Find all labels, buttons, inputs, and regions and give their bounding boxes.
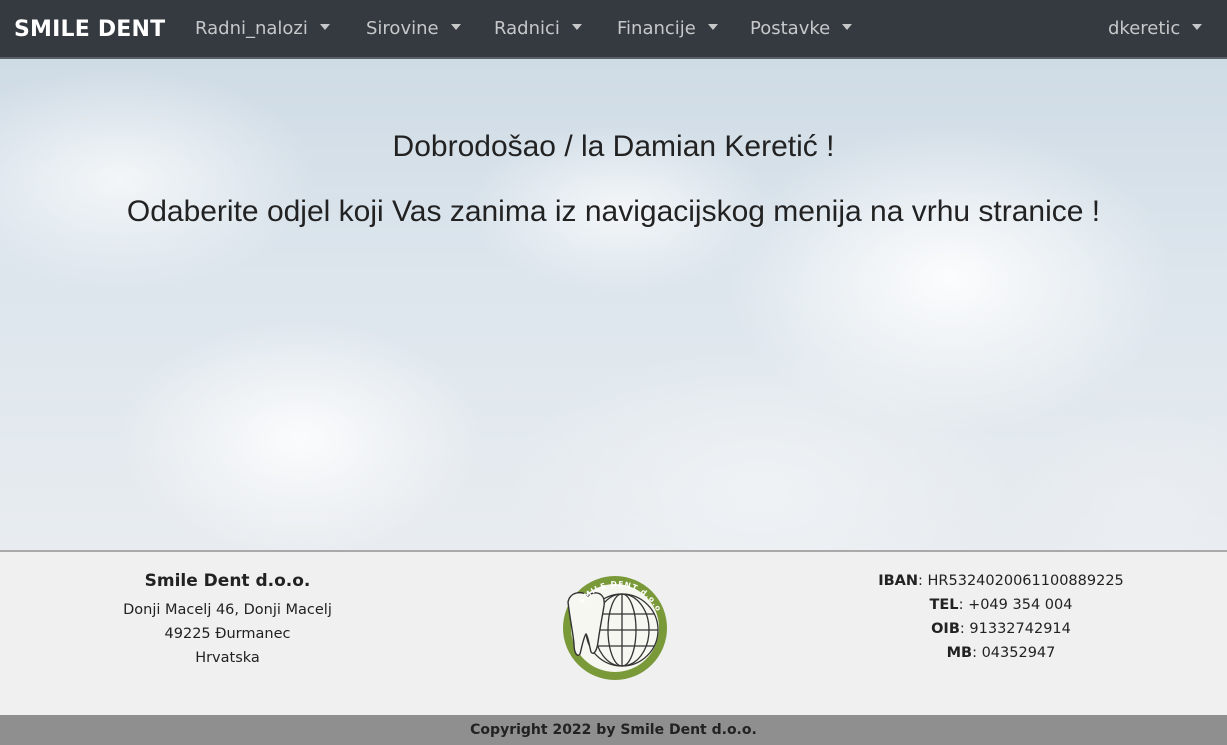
oib-value: 91332742914 bbox=[969, 621, 1071, 637]
nav-menu-postavke[interactable]: Postavke bbox=[750, 0, 853, 59]
nav-menu-radnici[interactable]: Radnici bbox=[494, 0, 582, 59]
mb-value: 04352947 bbox=[981, 645, 1056, 661]
copyright-bar: Copyright 2022 by Smile Dent d.o.o. bbox=[0, 715, 1227, 745]
nav-menu-label: Financije bbox=[617, 18, 696, 39]
address-line: Hrvatska bbox=[195, 650, 260, 666]
top-navbar: SMILE DENT Radni_nalozi Sirovine Radnici… bbox=[0, 0, 1227, 59]
caret-down-icon bbox=[571, 24, 582, 30]
mb-row: MB: 04352947 bbox=[946, 645, 1056, 661]
user-menu[interactable]: dkeretic bbox=[1108, 0, 1203, 59]
company-info: Smile Dent d.o.o. Donji Macelj 46, Donji… bbox=[60, 569, 395, 670]
caret-down-icon bbox=[450, 24, 461, 30]
nav-menu-radni-nalozi[interactable]: Radni_nalozi bbox=[195, 0, 330, 59]
hero-banner: Dobrodošao / la Damian Keretić ! Odaberi… bbox=[0, 59, 1227, 550]
oib-row: OIB: 91332742914 bbox=[931, 621, 1071, 637]
welcome-message: Dobrodošao / la Damian Keretić ! bbox=[392, 130, 835, 163]
company-registration-info: IBAN: HR5324020061100889225 TEL: +049 35… bbox=[850, 569, 1152, 665]
iban-value: HR5324020061100889225 bbox=[927, 573, 1124, 589]
brand-link[interactable]: SMILE DENT bbox=[14, 0, 165, 59]
nav-menu-label: Radnici bbox=[494, 18, 560, 39]
caret-down-icon bbox=[842, 24, 853, 30]
company-name: Smile Dent d.o.o. bbox=[144, 571, 311, 591]
nav-menu-financije[interactable]: Financije bbox=[617, 0, 718, 59]
address-line: 49225 Đurmanec bbox=[164, 626, 291, 642]
nav-menu-sirovine[interactable]: Sirovine bbox=[366, 0, 461, 59]
caret-down-icon bbox=[1192, 24, 1203, 30]
instruction-message: Odaberite odjel koji Vas zanima iz navig… bbox=[126, 195, 1101, 228]
user-name: dkeretic bbox=[1108, 18, 1181, 39]
nav-menu-label: Radni_nalozi bbox=[195, 18, 308, 39]
caret-down-icon bbox=[319, 24, 330, 30]
tel-value: +049 354 004 bbox=[968, 597, 1073, 613]
nav-menu-label: Sirovine bbox=[366, 18, 439, 39]
nav-menu-label: Postavke bbox=[750, 18, 831, 39]
footer: Smile Dent d.o.o. Donji Macelj 46, Donji… bbox=[0, 550, 1227, 715]
company-logo: SMILE DENT d.o.o. bbox=[560, 572, 667, 680]
caret-down-icon bbox=[707, 24, 718, 30]
iban-row: IBAN: HR5324020061100889225 bbox=[878, 573, 1124, 589]
tel-row: TEL: +049 354 004 bbox=[929, 597, 1073, 613]
address-line: Donji Macelj 46, Donji Macelj bbox=[123, 602, 332, 618]
